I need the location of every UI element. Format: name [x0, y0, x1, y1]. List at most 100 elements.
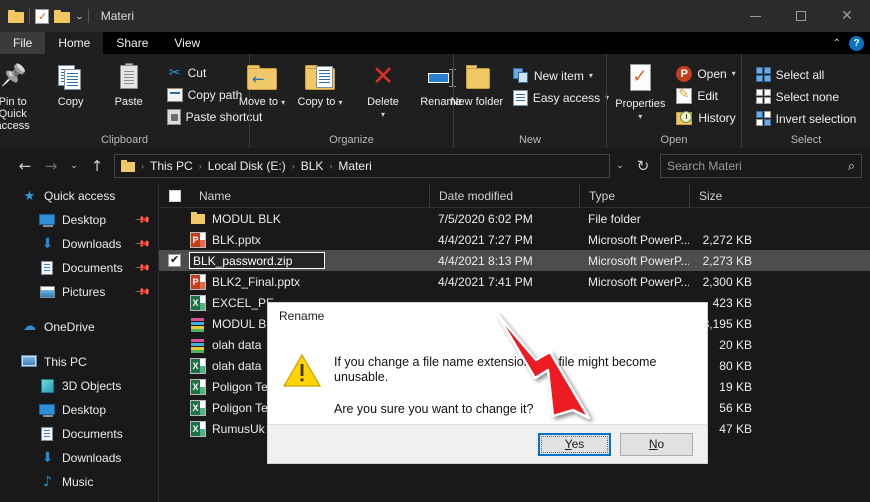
sidebar-item-onedrive[interactable]: ☁ OneDrive — [0, 315, 158, 339]
invert-selection-button[interactable]: Invert selection — [753, 109, 860, 128]
breadcrumb-materi[interactable]: Materi — [334, 159, 375, 173]
paste-button[interactable]: Paste — [100, 59, 158, 108]
button-label: Paste — [114, 96, 143, 108]
up-button[interactable]: ↑ — [84, 153, 110, 179]
powerpoint-open-icon: P — [676, 65, 693, 82]
copy-button[interactable]: Copy — [42, 59, 100, 108]
history-button[interactable]: History — [673, 108, 738, 127]
navigation-pane[interactable]: ★ Quick access Desktop 📌 ⬇ Downloads 📌 D… — [0, 184, 159, 502]
select-all-checkbox[interactable] — [159, 189, 190, 202]
history-icon — [676, 110, 693, 126]
sidebar-item-pictures[interactable]: Pictures 📌 — [0, 280, 158, 304]
tab-file[interactable]: File — [0, 32, 46, 54]
sidebar-item-label: Quick access — [44, 189, 116, 203]
maximize-button[interactable] — [778, 0, 824, 32]
tab-home[interactable]: Home — [45, 32, 104, 54]
breadcrumb[interactable]: › This PC › Local Disk (E:) › BLK › Mate… — [114, 154, 610, 178]
sidebar-item-label: Music — [62, 475, 94, 489]
chevron-down-icon: ▾ — [281, 98, 286, 107]
sidebar-item-documents[interactable]: Documents 📌 — [0, 256, 158, 280]
search-input[interactable] — [667, 159, 848, 173]
new-folder-button[interactable]: New folder — [448, 59, 506, 108]
sidebar-item-downloads[interactable]: ⬇ Downloads 📌 — [0, 232, 158, 256]
sidebar-item-downloads-2[interactable]: ⬇ Downloads — [0, 446, 158, 470]
rename-input-value: BLK_password.zip — [193, 253, 293, 268]
documents-icon — [39, 260, 56, 276]
help-icon[interactable]: ? — [849, 35, 864, 51]
table-row[interactable]: BLK.pptx 4/4/2021 7:27 PM Microsoft Powe… — [159, 229, 870, 250]
copy-to-icon — [303, 63, 337, 93]
checkbox-icon — [168, 189, 181, 202]
new-folder-icon — [462, 63, 492, 93]
move-to-button[interactable]: ← Move to ▾ — [233, 59, 291, 109]
sidebar-item-music[interactable]: ♪ Music — [0, 470, 158, 494]
chevron-right-icon: › — [198, 161, 202, 171]
sidebar-item-3d-objects[interactable]: 3D Objects — [0, 374, 158, 398]
search-box[interactable]: ⌕ — [660, 154, 862, 178]
breadcrumb-this-pc[interactable]: This PC — [146, 159, 197, 173]
button-label: Easy access — [532, 90, 601, 105]
ribbon-group-clipboard: Pin to Quick access Copy Paste ✂ Cut — [0, 54, 262, 148]
file-name-text: Poligon Te — [212, 400, 268, 415]
new-item-button[interactable]: New item ▾ — [510, 66, 612, 85]
easy-access-button[interactable]: Easy access ▾ — [510, 88, 612, 107]
customize-caret-icon[interactable]: ⌄ — [74, 12, 84, 21]
pin-icon: 📌 — [133, 259, 151, 277]
yes-button[interactable]: Yes — [538, 432, 611, 456]
book-stack-icon — [190, 316, 206, 332]
select-none-button[interactable]: Select none — [753, 87, 860, 106]
button-label: Open — [697, 66, 727, 81]
row-checkbox[interactable] — [159, 253, 190, 267]
tab-view[interactable]: View — [161, 32, 213, 54]
table-row[interactable]: MODUL BLK 7/5/2020 6:02 PM File folder — [159, 208, 870, 229]
address-dropdown-button[interactable]: ⌄ — [610, 153, 630, 179]
edit-button[interactable]: Edit — [673, 86, 738, 105]
new-folder-icon[interactable] — [54, 9, 70, 23]
dialog-messages: If you change a file name extension, the… — [334, 337, 693, 424]
delete-button[interactable]: ✕ Delete ▾ — [354, 59, 412, 121]
rename-input[interactable]: BLK_password.zip — [189, 252, 325, 269]
warning-triangle-icon — [282, 337, 334, 424]
column-header-type[interactable]: Type — [579, 184, 689, 208]
column-header-name[interactable]: Name — [190, 184, 429, 208]
table-row[interactable]: BLK2_Final.pptx 4/4/2021 7:41 PM Microso… — [159, 271, 870, 292]
refresh-button[interactable]: ↻ — [630, 153, 656, 179]
chevron-down-icon: ▾ — [380, 110, 385, 119]
sidebar-item-desktop[interactable]: Desktop 📌 — [0, 208, 158, 232]
folder-icon — [8, 9, 24, 23]
forward-button[interactable]: → — [38, 153, 64, 179]
sidebar-item-quick-access[interactable]: ★ Quick access — [0, 184, 158, 208]
back-button[interactable]: ← — [12, 153, 38, 179]
pin-to-quick-access-button[interactable]: Pin to Quick access — [0, 59, 42, 132]
sidebar-item-this-pc[interactable]: This PC — [0, 350, 158, 374]
column-header-size[interactable]: Size — [689, 184, 761, 208]
ribbon-tab-strip: File Home Share View — [0, 32, 870, 54]
ribbon-group-organize: ← Move to ▾ Copy to ▾ ✕ Delete ▾ Rename O… — [239, 54, 462, 148]
ribbon-right-controls: ⌃ ? — [833, 32, 864, 54]
move-to-icon: ← — [245, 63, 279, 93]
properties-button[interactable]: ✓ Properties ▾ — [609, 59, 671, 123]
select-all-button[interactable]: Select all — [753, 65, 860, 84]
chevron-up-icon[interactable]: ⌃ — [833, 38, 841, 49]
file-name-text: MODUL B — [212, 316, 267, 331]
sidebar-item-documents-2[interactable]: Documents — [0, 422, 158, 446]
no-button[interactable]: No — [620, 432, 693, 456]
minimize-button[interactable] — [732, 0, 778, 32]
column-header-date-modified[interactable]: Date modified — [429, 184, 579, 208]
label-text: Properties — [615, 98, 666, 110]
close-button[interactable]: ✕ — [824, 0, 870, 32]
recent-locations-button[interactable]: ⌄ — [64, 153, 84, 179]
excel-file-icon — [190, 399, 206, 416]
breadcrumb-blk[interactable]: BLK — [297, 159, 328, 173]
date-cell: 4/4/2021 7:27 PM — [438, 232, 533, 247]
breadcrumb-local-disk[interactable]: Local Disk (E:) — [204, 159, 290, 173]
open-button[interactable]: P Open ▾ — [673, 64, 738, 83]
properties-doc-icon[interactable]: ✓ — [35, 8, 49, 24]
tab-share[interactable]: Share — [103, 32, 161, 54]
pin-icon: 📌 — [133, 283, 151, 301]
invert-selection-icon — [755, 111, 771, 126]
copy-to-button[interactable]: Copy to ▾ — [291, 59, 349, 109]
sidebar-item-desktop-2[interactable]: Desktop — [0, 398, 158, 422]
table-row-selected[interactable]: 4/4/2021 8:13 PM Microsoft PowerP... 2,2… — [159, 250, 870, 271]
